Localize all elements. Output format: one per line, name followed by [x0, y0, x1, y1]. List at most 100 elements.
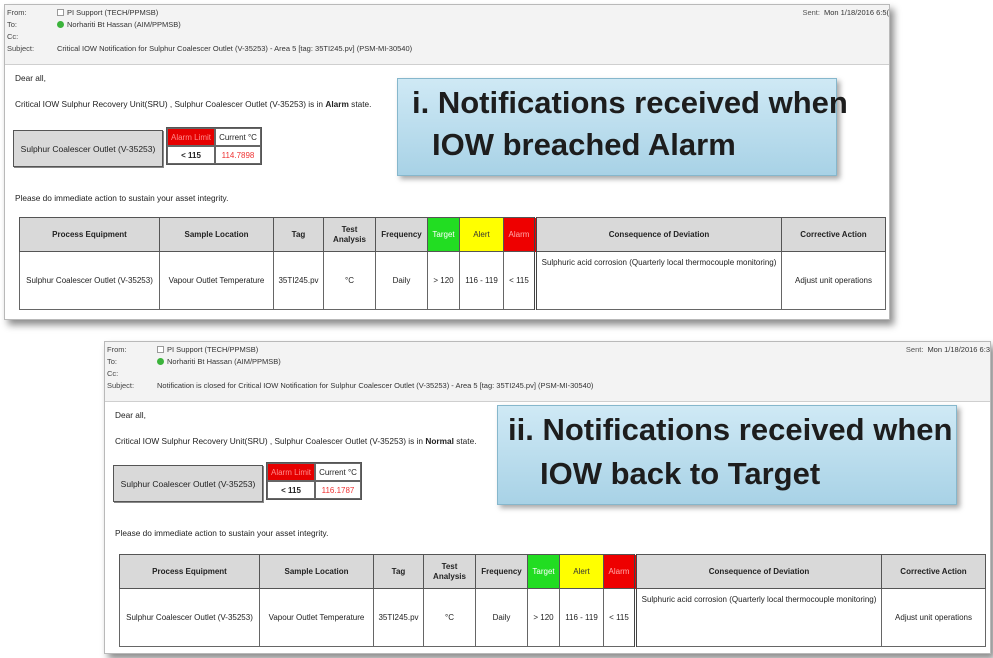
- current-value: 116.1787: [315, 481, 361, 499]
- col-header: Frequency: [375, 217, 428, 252]
- to-value[interactable]: Norhariti Bt Hassan (AIM/PPMSB): [67, 19, 181, 31]
- email-alarm-notification: From: PI Support (TECH/PPMSB) To: Norharit…: [4, 4, 890, 320]
- table-cell: °C: [323, 251, 376, 310]
- table-cell: > 120: [527, 588, 560, 647]
- table-row: Sulphur Coalescer Outlet (V-35253) Vapou…: [119, 588, 986, 647]
- alarm-limit-value: < 115: [267, 481, 315, 499]
- cc-row: Cc:: [105, 368, 157, 380]
- equipment-status-box: Sulphur Coalescer Outlet (V-35253) Alarm…: [13, 127, 262, 167]
- col-header: Corrective Action: [781, 217, 886, 252]
- col-header: Consequence of Deviation: [634, 554, 882, 589]
- sent-value: Mon 1/18/2016 6:5(: [823, 8, 889, 17]
- from-value[interactable]: PI Support (TECH/PPMSB): [167, 344, 258, 356]
- to-row: To: Norhariti Bt Hassan (AIM/PPMSB): [5, 19, 181, 31]
- subject-value: Critical IOW Notification for Sulphur Co…: [57, 44, 413, 53]
- subject-row: Subject: Notification is closed for Criti…: [105, 380, 593, 392]
- limit-grid: Alarm Limit Current °C < 115 114.7898: [166, 127, 262, 165]
- equipment-status-box: Sulphur Coalescer Outlet (V-35253) Alarm…: [113, 462, 362, 502]
- col-header: Test Analysis: [323, 217, 376, 252]
- subject-value: Notification is closed for Critical IOW …: [157, 381, 594, 390]
- table-cell: Adjust unit operations: [881, 588, 986, 647]
- alert-header: Alert: [559, 554, 604, 589]
- equipment-name: Sulphur Coalescer Outlet (V-35253): [13, 130, 163, 167]
- email-header: From: PI Support (TECH/PPMSB) To: Norharit…: [5, 5, 889, 65]
- iow-table: Process Equipment Sample Location Tag Te…: [119, 554, 986, 647]
- status-message: Critical IOW Sulphur Recovery Unit(SRU) …: [15, 99, 371, 109]
- table-cell: < 115: [603, 588, 636, 647]
- from-row: From: PI Support (TECH/PPMSB): [5, 7, 158, 19]
- table-cell: < 115: [503, 251, 536, 310]
- callout-line2: IOW back to Target: [540, 456, 821, 491]
- table-row: Sulphur Coalescer Outlet (V-35253) Vapou…: [19, 251, 886, 310]
- from-value[interactable]: PI Support (TECH/PPMSB): [67, 7, 158, 19]
- to-value[interactable]: Norhariti Bt Hassan (AIM/PPMSB): [167, 356, 281, 368]
- sent-label: Sent:: [802, 8, 820, 17]
- callout-normal: ii. Notifications received when IOW back…: [497, 405, 957, 505]
- cc-label: Cc:: [7, 32, 19, 41]
- table-cell: 35TI245.pv: [373, 588, 424, 647]
- table-cell: > 120: [427, 251, 460, 310]
- sent-value: Mon 1/18/2016 6:3: [927, 345, 990, 354]
- alarm-header: Alarm: [503, 217, 536, 252]
- subject-label: Subject:: [107, 381, 135, 390]
- table-cell: Sulphur Coalescer Outlet (V-35253): [19, 251, 160, 310]
- table-header-row: Process Equipment Sample Location Tag Te…: [19, 217, 886, 252]
- col-header: Process Equipment: [19, 217, 160, 252]
- email-normal-notification: From: PI Support (TECH/PPMSB) To: Norharit…: [104, 341, 991, 654]
- sent-info: Sent: Mon 1/18/2016 6:5(: [802, 8, 889, 17]
- table-cell: Daily: [475, 588, 528, 647]
- presence-icon: [157, 358, 164, 365]
- table-cell: Daily: [375, 251, 428, 310]
- sent-label: Sent:: [905, 345, 924, 354]
- message-prefix: Critical IOW Sulphur Recovery Unit(SRU) …: [115, 436, 426, 446]
- target-header: Target: [527, 554, 560, 589]
- action-message: Please do immediate action to sustain yo…: [115, 528, 329, 538]
- action-message: Please do immediate action to sustain yo…: [15, 193, 229, 203]
- cc-label: Cc:: [107, 369, 119, 378]
- col-header: Sample Location: [259, 554, 374, 589]
- sent-info: Sent: Mon 1/18/2016 6:3: [906, 345, 990, 354]
- to-row: To: Norhariti Bt Hassan (AIM/PPMSB): [105, 356, 281, 368]
- table-cell: Vapour Outlet Temperature: [159, 251, 274, 310]
- iow-table: Process Equipment Sample Location Tag Te…: [19, 217, 886, 310]
- subject-row: Subject: Critical IOW Notification for Su…: [5, 43, 412, 55]
- table-cell: 35TI245.pv: [273, 251, 324, 310]
- col-header: Process Equipment: [119, 554, 260, 589]
- table-cell: Sulphur Coalescer Outlet (V-35253): [119, 588, 260, 647]
- callout-alarm: i. Notifications received when IOW breac…: [397, 78, 848, 176]
- alarm-limit-value: < 115: [167, 146, 215, 164]
- col-header: Sample Location: [159, 217, 274, 252]
- table-cell: 116 - 119: [459, 251, 504, 310]
- subject-label: Subject:: [7, 44, 35, 53]
- col-header: Test Analysis: [423, 554, 476, 589]
- equipment-name: Sulphur Coalescer Outlet (V-35253): [113, 465, 263, 502]
- alarm-limit-label: Alarm Limit: [267, 463, 315, 481]
- current-label: Current °C: [215, 128, 261, 146]
- from-label: From:: [7, 8, 27, 17]
- callout-line1: ii. Notifications received when: [508, 412, 953, 447]
- col-header: Tag: [373, 554, 424, 589]
- cc-row: Cc:: [5, 31, 57, 43]
- from-label: From:: [107, 345, 127, 354]
- current-label: Current °C: [315, 463, 361, 481]
- callout-line1: i. Notifications received when: [412, 85, 848, 120]
- checkbox-icon[interactable]: [57, 9, 64, 16]
- message-state: Normal: [425, 436, 454, 446]
- target-header: Target: [427, 217, 460, 252]
- checkbox-icon[interactable]: [157, 346, 164, 353]
- table-cell: 116 - 119: [559, 588, 604, 647]
- alarm-limit-label: Alarm Limit: [167, 128, 215, 146]
- table-cell: Sulphuric acid corrosion (Quarterly loca…: [634, 588, 882, 647]
- current-value: 114.7898: [215, 146, 261, 164]
- to-label: To:: [7, 20, 18, 29]
- email-header: From: PI Support (TECH/PPMSB) To: Norharit…: [105, 342, 990, 402]
- presence-icon: [57, 21, 64, 28]
- table-cell: Sulphuric acid corrosion (Quarterly loca…: [534, 251, 782, 310]
- message-state: Alarm: [325, 99, 349, 109]
- message-prefix: Critical IOW Sulphur Recovery Unit(SRU) …: [15, 99, 326, 109]
- greeting: Dear all,: [15, 73, 46, 83]
- col-header: Corrective Action: [881, 554, 986, 589]
- from-row: From: PI Support (TECH/PPMSB): [105, 344, 258, 356]
- alarm-header: Alarm: [603, 554, 636, 589]
- message-suffix: state.: [453, 436, 477, 446]
